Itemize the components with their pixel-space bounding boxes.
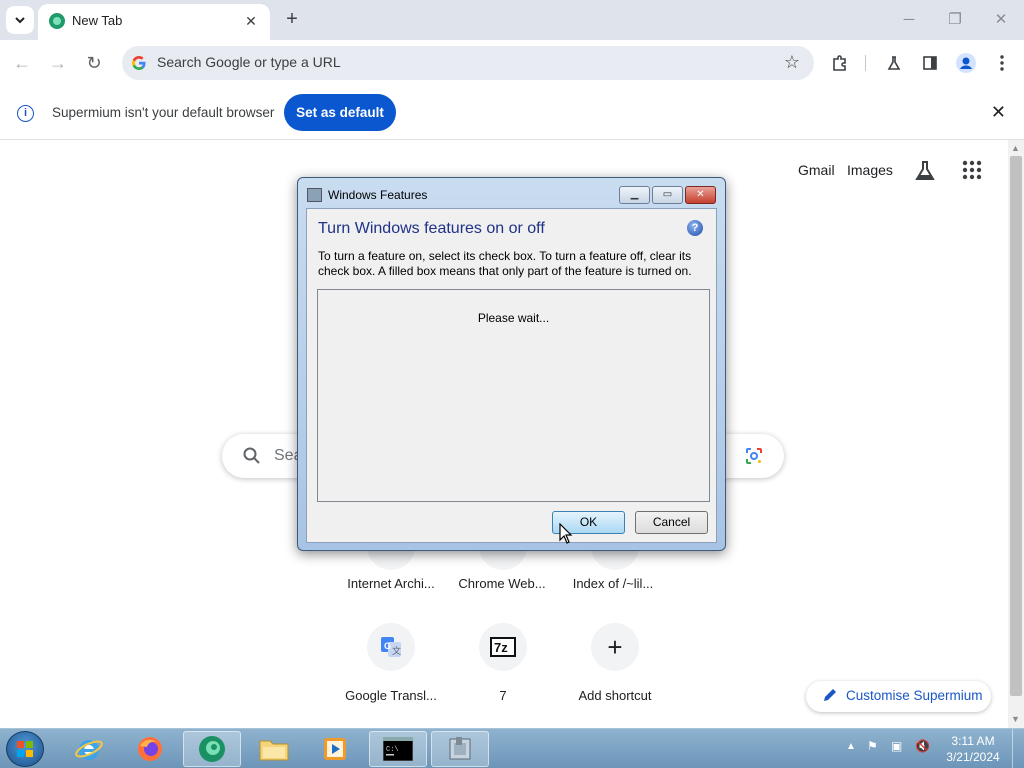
start-button[interactable]: [6, 731, 44, 767]
dialog-close-icon[interactable]: ✕: [685, 186, 716, 204]
show-hidden-icons-icon[interactable]: ▲: [846, 741, 856, 752]
command-prompt-taskbar-icon[interactable]: C:\: [369, 731, 427, 767]
chevron-down-icon: [15, 17, 25, 24]
supermium-favicon-icon: [49, 13, 65, 29]
forward-arrow-icon[interactable]: →: [44, 49, 72, 77]
cancel-button[interactable]: Cancel: [635, 511, 708, 534]
internet-explorer-taskbar-icon[interactable]: [60, 731, 118, 767]
window-close-icon[interactable]: ✕: [987, 8, 1015, 32]
apps-grid-icon[interactable]: [962, 160, 982, 185]
search-icon: [243, 447, 260, 464]
dialog-heading: Turn Windows features on or off: [318, 220, 545, 237]
address-bar[interactable]: Search Google or type a URL ☆: [122, 46, 814, 80]
firefox-taskbar-icon[interactable]: [121, 731, 179, 767]
restore-icon[interactable]: ❐: [941, 8, 969, 32]
scroll-down-icon[interactable]: ▼: [1011, 714, 1020, 724]
clock-date: 3/21/2024: [946, 750, 1000, 764]
windows-logo-icon: [17, 741, 33, 757]
help-icon[interactable]: ?: [687, 220, 703, 236]
show-desktop-button[interactable]: [1012, 729, 1024, 768]
tab-new-tab[interactable]: New Tab ✕: [38, 4, 270, 40]
dialog-maximize-icon[interactable]: ▭: [652, 186, 683, 204]
google-g-icon: [132, 56, 146, 70]
shortcut-label[interactable]: Internet Archi...: [335, 576, 447, 591]
shortcut-label[interactable]: Chrome Web...: [446, 576, 558, 591]
set-as-default-button[interactable]: Set as default: [284, 94, 396, 131]
labs-flask-icon[interactable]: [880, 49, 908, 77]
back-arrow-icon[interactable]: ←: [8, 49, 36, 77]
scrollbar-thumb[interactable]: [1010, 156, 1022, 696]
profile-avatar-icon[interactable]: [952, 49, 980, 77]
dialog-title: Windows Features: [328, 188, 428, 202]
windows-features-taskbar-icon[interactable]: [431, 731, 489, 767]
7zip-shortcut-icon[interactable]: 7z: [479, 623, 527, 671]
default-browser-infobar: i Supermium isn't your default browser S…: [0, 86, 1024, 140]
scroll-up-icon[interactable]: ▲: [1011, 143, 1020, 153]
file-explorer-taskbar-icon[interactable]: [245, 731, 303, 767]
minimize-icon[interactable]: ─: [895, 8, 923, 32]
dialog-description: To turn a feature on, select its check b…: [318, 249, 692, 278]
action-center-flag-icon[interactable]: ⚑: [867, 739, 878, 753]
tab-search-button[interactable]: [6, 6, 34, 34]
svg-text:G: G: [384, 641, 391, 651]
shortcut-label[interactable]: Add shortcut: [559, 688, 671, 703]
page-scrollbar[interactable]: ▲ ▼: [1008, 140, 1024, 728]
extensions-icon[interactable]: [826, 49, 854, 77]
volume-muted-icon[interactable]: 🔇: [915, 739, 930, 753]
infobar-close-icon[interactable]: ✕: [991, 102, 1006, 123]
customise-button[interactable]: Customise Supermium: [806, 681, 991, 712]
supermium-taskbar-icon[interactable]: [183, 731, 241, 767]
pencil-icon: [824, 689, 836, 701]
clock-time: 3:11 AM: [951, 734, 995, 748]
address-bar-placeholder: Search Google or type a URL: [157, 54, 341, 70]
images-link[interactable]: Images: [847, 162, 893, 178]
dialog-minimize-icon[interactable]: ▁: [619, 186, 650, 204]
side-panel-icon[interactable]: [916, 49, 944, 77]
windows-features-dialog: Windows Features ▁ ▭ ✕ Turn Windows feat…: [297, 177, 726, 551]
browser-toolbar: ← → ↻ Search Google or type a URL ☆: [0, 40, 1024, 86]
features-list[interactable]: Please wait...: [317, 289, 710, 502]
svg-text:7z: 7z: [494, 640, 508, 655]
tab-title: New Tab: [72, 13, 123, 28]
media-player-taskbar-icon[interactable]: [306, 731, 364, 767]
google-translate-shortcut-icon[interactable]: G文: [367, 623, 415, 671]
infobar-message: Supermium isn't your default browser: [52, 105, 275, 120]
tab-strip: New Tab ✕ + ─ ❐ ✕: [0, 0, 1024, 40]
gmail-link[interactable]: Gmail: [798, 162, 835, 178]
svg-text:C:\: C:\: [386, 746, 399, 754]
shortcut-label[interactable]: 7: [447, 688, 559, 703]
google-lens-icon[interactable]: [744, 446, 764, 466]
customise-label: Customise Supermium: [846, 688, 983, 703]
windows-taskbar: C:\ ▲ ⚑ ▣ 🔇 3:11 AM 3/21/2024: [0, 728, 1024, 768]
toolbar-divider: [865, 55, 866, 71]
tab-close-icon[interactable]: ✕: [242, 12, 260, 30]
info-icon: i: [17, 105, 34, 122]
reload-icon[interactable]: ↻: [80, 49, 108, 77]
new-tab-button[interactable]: +: [282, 8, 302, 32]
svg-text:文: 文: [392, 645, 401, 656]
network-icon[interactable]: ▣: [891, 739, 902, 753]
system-clock[interactable]: 3:11 AM 3/21/2024: [942, 733, 1004, 765]
bookmark-star-icon[interactable]: ☆: [784, 52, 800, 73]
dialog-titlebar[interactable]: Windows Features ▁ ▭ ✕: [298, 178, 725, 208]
add-shortcut-icon[interactable]: +: [591, 623, 639, 671]
shortcut-label[interactable]: Google Transl...: [335, 688, 447, 703]
mouse-cursor-icon: [559, 523, 573, 544]
labs-icon[interactable]: [913, 159, 937, 188]
shortcut-label[interactable]: Index of /~lil...: [557, 576, 669, 591]
windows-features-icon: [307, 188, 322, 202]
menu-kebab-icon[interactable]: [988, 49, 1016, 77]
dialog-body: Turn Windows features on or off ? To tur…: [306, 208, 717, 543]
loading-status: Please wait...: [477, 311, 550, 325]
